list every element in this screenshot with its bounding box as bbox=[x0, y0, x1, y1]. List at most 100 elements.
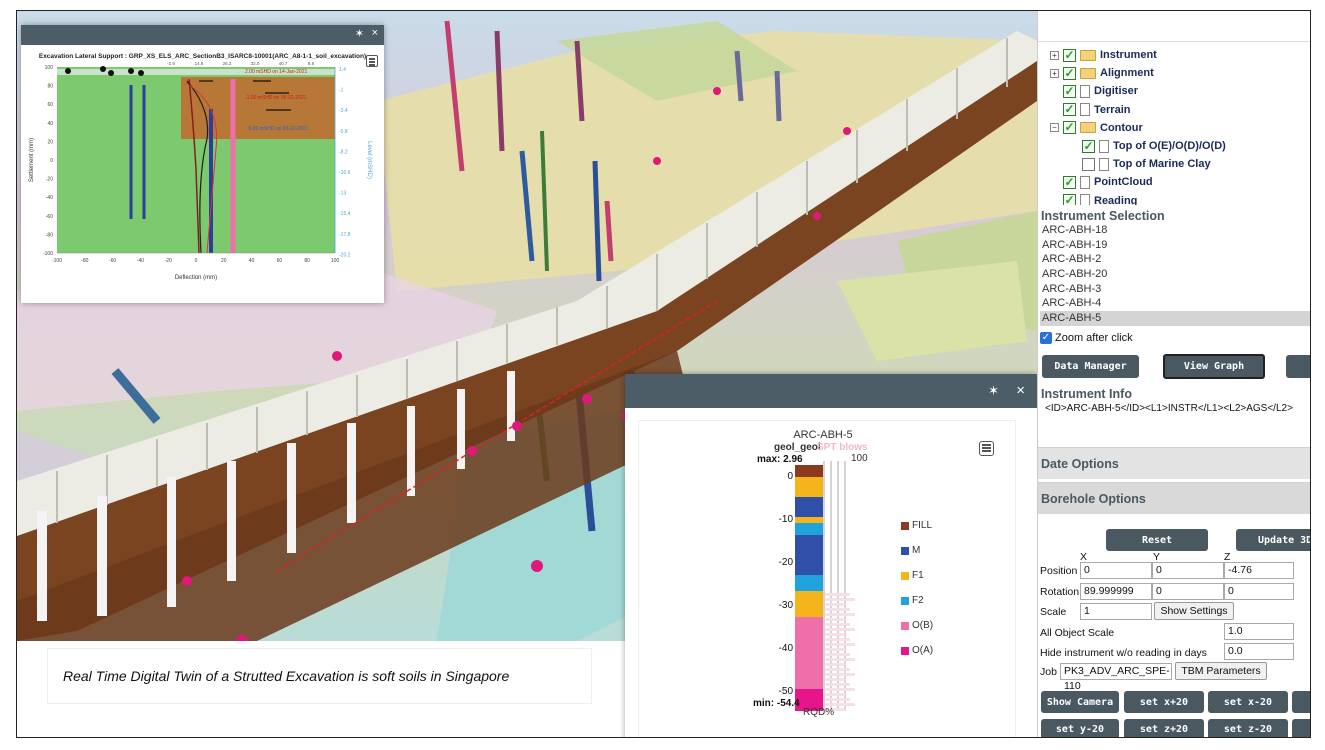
tree-item[interactable]: ✓ Top of Marine Clay bbox=[1069, 155, 1211, 173]
y-tick-label: -20 bbox=[46, 177, 53, 183]
layer-tree[interactable]: + ✓ Instrument + ✓ Alignment ✓ Digitiser ✓ Terrai… bbox=[1038, 41, 1310, 205]
legend-item[interactable]: F1 bbox=[901, 563, 933, 588]
legend-label: F1 bbox=[912, 570, 924, 581]
expand-icon[interactable]: − bbox=[1050, 123, 1059, 133]
folder-icon bbox=[1080, 49, 1096, 61]
legend-label: O(B) bbox=[912, 620, 934, 631]
set-x-minus-button[interactable]: set x-20 bbox=[1208, 691, 1288, 713]
job-label: Job bbox=[1040, 666, 1057, 678]
legend-item[interactable]: O(A) bbox=[901, 638, 933, 663]
set-x-plus-button[interactable]: set x+20 bbox=[1124, 691, 1204, 713]
overflow-button-3[interactable] bbox=[1292, 719, 1310, 737]
spt-bar bbox=[825, 593, 850, 596]
set-z-plus-button[interactable]: set z+20 bbox=[1124, 719, 1204, 737]
show-settings-button[interactable]: Show Settings bbox=[1154, 602, 1234, 620]
y-tick-label: 80 bbox=[47, 84, 53, 90]
x-tick-label: 40 bbox=[249, 258, 255, 264]
document-icon bbox=[1080, 103, 1090, 117]
spt-bar bbox=[825, 648, 845, 651]
checkbox[interactable]: ✓ bbox=[1063, 194, 1076, 205]
legend-item[interactable]: FILL bbox=[901, 513, 933, 538]
instrument-list-item[interactable]: ARC-ABH-5 bbox=[1040, 311, 1310, 326]
tree-item[interactable]: ✓ Top of O(E)/O(D)/O(D) bbox=[1069, 137, 1226, 155]
instrument-list-item[interactable]: ARC-ABH-4 bbox=[1040, 296, 1310, 311]
close-icon[interactable]: × bbox=[1016, 382, 1025, 399]
checkbox[interactable]: ✓ bbox=[1082, 139, 1095, 153]
borehole-options-header[interactable]: Borehole Options bbox=[1038, 482, 1310, 514]
legend-item[interactable]: M bbox=[901, 538, 933, 563]
spt-bar bbox=[825, 698, 850, 701]
y2-tick-label: -13 bbox=[339, 191, 346, 197]
checkbox[interactable]: ✓ bbox=[1063, 103, 1076, 117]
checkbox[interactable]: ✓ bbox=[1082, 157, 1095, 171]
expand-icon[interactable]: + bbox=[1050, 50, 1059, 60]
tree-item[interactable]: ✓ Terrain bbox=[1050, 101, 1130, 119]
position-y-input[interactable]: 0 bbox=[1152, 562, 1224, 579]
job-input[interactable]: PK3_ADV_ARC_SPE-110 bbox=[1060, 663, 1172, 692]
checkbox[interactable]: ✓ bbox=[1063, 121, 1076, 135]
x-tick-label: 80 bbox=[304, 258, 310, 264]
borehole-title: ARC-ABH-5 bbox=[793, 429, 852, 441]
checkbox[interactable]: ✓ bbox=[1063, 66, 1076, 80]
hide-days-input[interactable]: 0.0 bbox=[1224, 643, 1294, 660]
legend-item[interactable]: F2 bbox=[901, 588, 933, 613]
expand-icon[interactable]: + bbox=[1050, 68, 1059, 78]
tree-item-label: Contour bbox=[1100, 121, 1143, 134]
geology-layer bbox=[795, 591, 823, 617]
borehole-panel-header[interactable]: ✶ × bbox=[625, 374, 1037, 408]
show-camera-button[interactable]: Show Camera bbox=[1041, 691, 1119, 713]
geology-layers bbox=[795, 465, 823, 711]
pin-icon[interactable]: ✶ bbox=[988, 383, 999, 399]
position-x-input[interactable]: 0 bbox=[1080, 562, 1152, 579]
rotation-label: Rotation bbox=[1040, 586, 1080, 598]
depth-tick-label: -40 bbox=[779, 643, 794, 654]
rotation-x-input[interactable]: 89.999999 bbox=[1080, 583, 1152, 600]
tree-item-label: PointCloud bbox=[1094, 176, 1153, 189]
all-scale-input[interactable]: 1.0 bbox=[1224, 623, 1294, 640]
tbm-parameters-button[interactable]: TBM Parameters bbox=[1175, 662, 1267, 680]
instrument-list-item[interactable]: ARC-ABH-20 bbox=[1040, 267, 1310, 282]
rotation-z-input[interactable]: 0 bbox=[1224, 583, 1294, 600]
borehole-panel[interactable]: ✶ × ARC-ABH-5 geol_geol SPT blows 100 ma… bbox=[625, 374, 1037, 737]
update-3d-button[interactable]: Update 3D bbox=[1236, 529, 1310, 551]
legend-item[interactable]: O(B) bbox=[901, 613, 933, 638]
zoom-checkbox[interactable]: ✓ bbox=[1040, 332, 1052, 344]
instrument-list-item[interactable]: ARC-ABH-19 bbox=[1040, 238, 1310, 253]
checkbox[interactable]: ✓ bbox=[1063, 175, 1076, 189]
tree-item[interactable]: − ✓ Contour bbox=[1050, 119, 1143, 137]
tree-item[interactable]: ✓ Digitiser bbox=[1050, 82, 1138, 100]
tree-item-label: Reading bbox=[1094, 194, 1138, 205]
overflow-button[interactable] bbox=[1286, 355, 1310, 378]
tree-item[interactable]: + ✓ Alignment bbox=[1050, 64, 1154, 82]
spt-bar bbox=[825, 618, 845, 621]
close-icon[interactable]: × bbox=[372, 27, 378, 39]
rotation-y-input[interactable]: 0 bbox=[1152, 583, 1224, 600]
set-z-minus-button[interactable]: set z-20 bbox=[1208, 719, 1288, 737]
pin-icon[interactable]: ✶ bbox=[355, 27, 364, 40]
instrument-list-item[interactable]: ARC-ABH-18 bbox=[1040, 223, 1310, 238]
date-options-header[interactable]: Date Options bbox=[1038, 447, 1310, 479]
geology-layer bbox=[795, 477, 823, 497]
tree-item[interactable]: + ✓ Instrument bbox=[1050, 46, 1157, 64]
els-panel-header[interactable]: ✶ × bbox=[21, 25, 384, 45]
top-tick-label: 26.2 bbox=[223, 61, 232, 66]
checkbox[interactable]: ✓ bbox=[1063, 84, 1076, 98]
zoom-after-click-row[interactable]: ✓ Zoom after click bbox=[1040, 332, 1133, 344]
reset-button[interactable]: Reset bbox=[1106, 529, 1208, 551]
tree-item[interactable]: ✓ Reading bbox=[1050, 192, 1137, 205]
data-manager-button[interactable]: Data Manager bbox=[1042, 355, 1139, 378]
overflow-button-2[interactable] bbox=[1292, 691, 1310, 713]
view-graph-button[interactable]: View Graph bbox=[1163, 354, 1265, 379]
instrument-list[interactable]: ARC-ABH-18 ARC-ABH-19 ARC-ABH-2 ARC-ABH-20 A… bbox=[1040, 223, 1310, 327]
checkbox[interactable]: ✓ bbox=[1063, 48, 1076, 62]
instrument-list-item[interactable]: ARC-ABH-3 bbox=[1040, 282, 1310, 297]
spt-bar bbox=[825, 623, 850, 626]
set-y-minus-button[interactable]: set y-20 bbox=[1041, 719, 1119, 737]
scale-input[interactable]: 1 bbox=[1080, 603, 1152, 620]
spt-bar bbox=[825, 638, 850, 641]
tree-item[interactable]: ✓ PointCloud bbox=[1050, 173, 1153, 191]
caption-box: Real Time Digital Twin of a Strutted Exc… bbox=[47, 648, 592, 704]
instrument-list-item[interactable]: ARC-ABH-2 bbox=[1040, 252, 1310, 267]
position-z-input[interactable]: -4.76 bbox=[1224, 562, 1294, 579]
els-chart-panel[interactable]: ✶ × Excavation Lateral Support : GRP_XS_… bbox=[21, 25, 384, 303]
